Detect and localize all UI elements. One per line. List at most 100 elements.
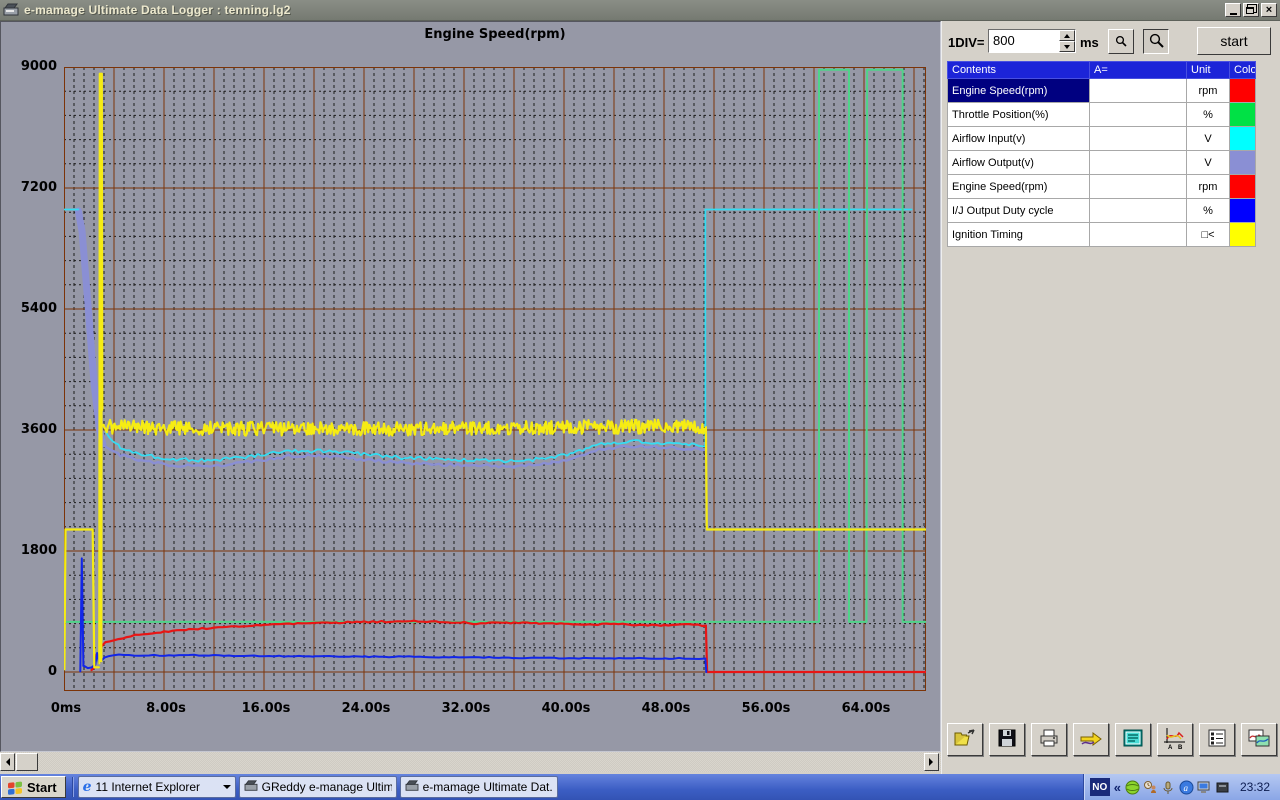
channel-a-value[interactable] bbox=[1090, 151, 1187, 175]
taskbar-button-label: GReddy e-manage Ultim... bbox=[262, 780, 392, 794]
close-button[interactable]: × bbox=[1261, 3, 1277, 17]
window-titlebar[interactable]: e-mamage Ultimate Data Logger : tenning.… bbox=[0, 0, 1280, 21]
start-menu-button[interactable]: Start bbox=[1, 776, 66, 798]
channel-a-value[interactable] bbox=[1090, 199, 1187, 223]
channel-name[interactable]: Airflow Output(v) bbox=[948, 151, 1090, 175]
system-tray: NO « a 23:32 bbox=[1083, 774, 1280, 800]
scroll-right-button[interactable] bbox=[924, 753, 939, 771]
chart-panel: Engine Speed(rpm) 900072005400360018000 … bbox=[0, 21, 941, 752]
channel-a-value[interactable] bbox=[1090, 223, 1187, 247]
channel-name[interactable]: Ignition Timing bbox=[948, 223, 1090, 247]
channel-name[interactable]: Throttle Position(%) bbox=[948, 103, 1090, 127]
minimize-icon bbox=[1230, 13, 1237, 15]
trace-ignition-timing bbox=[99, 74, 102, 664]
y-tick-label: 3600 bbox=[1, 422, 57, 437]
channel-color-swatch[interactable] bbox=[1230, 127, 1256, 151]
channel-color-swatch[interactable] bbox=[1230, 103, 1256, 127]
chart-title: Engine Speed(rpm) bbox=[64, 27, 926, 42]
tray-scheduler-icon[interactable] bbox=[1143, 780, 1158, 795]
channel-name[interactable]: Engine Speed(rpm) bbox=[948, 79, 1090, 103]
taskbar: Start e11 Internet Explorer GReddy e-mana… bbox=[0, 774, 1280, 800]
y-tick-label: 1800 bbox=[1, 543, 57, 558]
taskbar-button[interactable]: e-mamage Ultimate Dat... bbox=[400, 776, 558, 798]
channel-row[interactable]: I/J Output Duty cycle% bbox=[948, 199, 1256, 223]
taskbar-button[interactable]: e11 Internet Explorer bbox=[78, 776, 236, 798]
group-dropdown-icon[interactable] bbox=[223, 785, 231, 793]
window-title: e-mamage Ultimate Data Logger : tenning.… bbox=[24, 3, 1225, 17]
export-data-icon bbox=[1079, 728, 1103, 751]
horizontal-scrollbar[interactable] bbox=[0, 752, 941, 772]
windows-flag-icon bbox=[7, 780, 23, 795]
save-file-button[interactable] bbox=[989, 723, 1025, 756]
channel-color-swatch[interactable] bbox=[1230, 151, 1256, 175]
language-indicator[interactable]: NO bbox=[1090, 778, 1110, 796]
channel-row[interactable]: Airflow Output(v)V bbox=[948, 151, 1256, 175]
tray-device-icon[interactable] bbox=[1215, 780, 1230, 795]
channel-row[interactable]: Engine Speed(rpm)rpm bbox=[948, 79, 1256, 103]
restore-button[interactable] bbox=[1243, 3, 1259, 17]
div-input[interactable]: 800 bbox=[988, 29, 1076, 53]
open-file-icon bbox=[953, 728, 977, 751]
magnifier-large-icon bbox=[1148, 33, 1165, 50]
column-header: Contents bbox=[948, 62, 1090, 79]
column-header: A= bbox=[1090, 62, 1187, 79]
scroll-left-button[interactable] bbox=[0, 753, 15, 771]
taskbar-button-label: 11 Internet Explorer bbox=[96, 780, 219, 794]
minimize-button[interactable] bbox=[1225, 3, 1241, 17]
tray-globe-icon[interactable] bbox=[1125, 780, 1140, 795]
x-tick-label: 8.00s bbox=[131, 701, 201, 716]
channel-color-swatch[interactable] bbox=[1230, 223, 1256, 247]
print-button[interactable] bbox=[1031, 723, 1067, 756]
taskbar-button-label: e-mamage Ultimate Dat... bbox=[423, 780, 553, 794]
ms-unit-label: ms bbox=[1080, 35, 1099, 50]
export-data-button[interactable] bbox=[1073, 723, 1109, 756]
spinner-down-button[interactable] bbox=[1059, 41, 1075, 52]
scrollbar-thumb[interactable] bbox=[16, 753, 38, 771]
tray-chevron-icon[interactable]: « bbox=[1114, 780, 1121, 795]
bottom-toolbar: AB bbox=[947, 723, 1277, 756]
channel-row[interactable]: Engine Speed(rpm) rpm bbox=[948, 175, 1256, 199]
channel-color-swatch[interactable] bbox=[1230, 175, 1256, 199]
channel-name[interactable]: Airflow Input(v) bbox=[948, 127, 1090, 151]
zoom-in-button[interactable] bbox=[1143, 29, 1169, 54]
start-logging-button[interactable]: start bbox=[1197, 27, 1271, 55]
image-overlay-button[interactable] bbox=[1241, 723, 1277, 756]
y-tick-label: 7200 bbox=[1, 180, 57, 195]
window-view-button[interactable] bbox=[1115, 723, 1151, 756]
screen: e-mamage Ultimate Data Logger : tenning.… bbox=[0, 0, 1280, 800]
channel-a-value[interactable] bbox=[1090, 103, 1187, 127]
taskbar-button[interactable]: GReddy e-manage Ultim... bbox=[239, 776, 397, 798]
trace-throttle-position bbox=[64, 70, 926, 622]
channel-table: ContentsA=UnitColorEngine Speed(rpm)rpmT… bbox=[947, 61, 1256, 247]
magnifier-small-icon bbox=[1114, 35, 1128, 49]
graph-ab-compare-button[interactable]: AB bbox=[1157, 723, 1193, 756]
channel-row[interactable]: Ignition Timing□< bbox=[948, 223, 1256, 247]
x-tick-label: 56.00s bbox=[731, 701, 801, 716]
channel-name[interactable]: Engine Speed(rpm) bbox=[948, 175, 1090, 199]
tray-audio-icon[interactable] bbox=[1161, 780, 1176, 795]
channel-color-swatch[interactable] bbox=[1230, 199, 1256, 223]
channel-a-value[interactable] bbox=[1090, 175, 1187, 199]
channel-name[interactable]: I/J Output Duty cycle bbox=[948, 199, 1090, 223]
channel-a-value[interactable] bbox=[1090, 79, 1187, 103]
channel-unit: % bbox=[1187, 199, 1230, 223]
x-tick-label: 0ms bbox=[31, 701, 101, 716]
chart-plot-area[interactable] bbox=[64, 67, 926, 691]
item-list-button[interactable] bbox=[1199, 723, 1235, 756]
channel-row[interactable]: Airflow Input(v)V bbox=[948, 127, 1256, 151]
tray-ie-icon[interactable]: a bbox=[1179, 780, 1194, 795]
trace-ij-output-duty bbox=[80, 558, 83, 671]
open-file-button[interactable] bbox=[947, 723, 983, 756]
save-file-icon bbox=[997, 728, 1017, 751]
channel-color-swatch[interactable] bbox=[1230, 79, 1256, 103]
zoom-out-button[interactable] bbox=[1108, 29, 1134, 54]
window-view-icon bbox=[1122, 728, 1144, 751]
svg-text:a: a bbox=[1183, 783, 1188, 793]
tray-display-icon[interactable] bbox=[1197, 780, 1212, 795]
channel-row[interactable]: Throttle Position(%)% bbox=[948, 103, 1256, 127]
channel-unit: rpm bbox=[1187, 175, 1230, 199]
scroll-right-icon bbox=[929, 758, 937, 766]
channel-a-value[interactable] bbox=[1090, 127, 1187, 151]
spinner-up-button[interactable] bbox=[1059, 30, 1075, 41]
start-label: Start bbox=[27, 780, 57, 795]
